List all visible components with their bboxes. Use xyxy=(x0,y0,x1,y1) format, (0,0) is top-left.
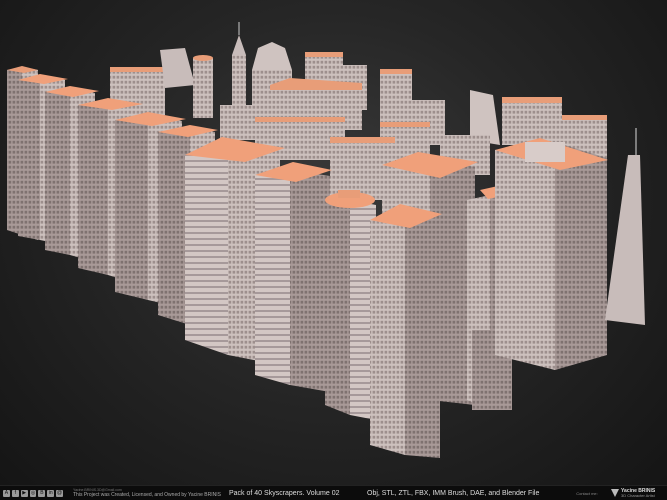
email-icon[interactable]: @ xyxy=(56,489,64,497)
front-row-buildings xyxy=(185,128,645,458)
contact-label: Contact me: xyxy=(576,490,598,496)
product-title: Pack of 40 Skyscrapers. Volume 02 xyxy=(229,489,340,497)
brand-logo: Yacine BRINIS 3D Character Artist xyxy=(611,488,655,498)
linkedin-icon[interactable]: in xyxy=(47,489,55,497)
brand-subtitle: 3D Character Artist xyxy=(621,492,655,498)
instagram-icon[interactable]: ◎ xyxy=(29,489,37,497)
brand-logo-icon xyxy=(611,489,619,497)
file-formats: Obj, STL, ZTL, FBX, IMM Brush, DAE, and … xyxy=(367,489,540,497)
social-icons: A f ▶ ◎ B in @ xyxy=(3,489,64,497)
youtube-icon[interactable]: ▶ xyxy=(20,489,28,497)
behance-icon[interactable]: B xyxy=(38,489,46,497)
license-text: Yacine.BRINIS.3D@Gmail.com This Project … xyxy=(73,488,223,498)
skyscraper-render xyxy=(7,22,645,458)
render-viewport: A f ▶ ◎ B in @ Yacine.BRINIS.3D@Gmail.co… xyxy=(0,0,667,500)
facebook-icon[interactable]: f xyxy=(11,489,19,497)
footer-bar: A f ▶ ◎ B in @ Yacine.BRINIS.3D@Gmail.co… xyxy=(0,485,667,500)
artstation-icon[interactable]: A xyxy=(3,489,10,497)
